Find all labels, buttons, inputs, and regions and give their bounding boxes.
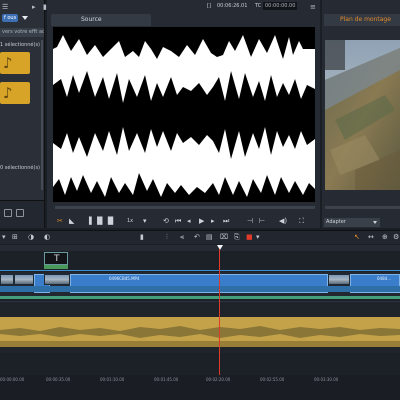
library-item-audio[interactable]: ♪ — [0, 52, 30, 74]
source-transport: ✂ ◣ ▌▐▌▐▌ 1x ▾ ⟲ ⏮ ◂ ▶ ▸ ⏭ ⊣ ⊢ ◀) ⛶ — [47, 214, 320, 228]
ruler-tick: 00:01:10.00 — [100, 377, 125, 382]
audio-level-bar — [0, 296, 400, 299]
source-panel: ▮ [] 00:06:26.01 TC 00:00:00.00 ≡ Source… — [43, 0, 320, 228]
ruler-tick: 00:03:30.00 — [314, 377, 339, 382]
monitor-scrub-bar[interactable] — [325, 206, 400, 209]
grid-view-icon[interactable] — [4, 209, 12, 217]
library-selection-count: 0 sélectionné(s) — [0, 165, 40, 171]
library-scrollbar[interactable] — [41, 40, 43, 190]
library-bottom-bar — [0, 200, 44, 228]
timecode-field[interactable]: 00:00:00.00 — [263, 2, 298, 10]
library-filter-pill[interactable]: f ous — [2, 13, 19, 22]
audio-clip-waveform — [0, 317, 400, 347]
playhead-handle[interactable] — [217, 245, 223, 250]
preview-image — [325, 40, 400, 190]
copy-icon[interactable]: ⎘ — [234, 233, 240, 242]
duration-icon: [] — [207, 3, 211, 9]
ruler-tick: 00:02:55.00 — [260, 377, 285, 382]
audio-clip[interactable] — [0, 317, 400, 347]
waveform-graphic — [53, 27, 315, 202]
zoom-icon[interactable]: ⊕ — [382, 233, 388, 242]
magnet-icon[interactable]: ◐ — [44, 233, 50, 242]
in-point-icon[interactable]: ◣ — [69, 217, 74, 225]
split-icon[interactable]: ⫶ — [166, 233, 168, 242]
timeline-area[interactable]: T 0496CB45.MP4 0484... 00:00:00.00 00:00… — [0, 245, 400, 400]
panel-toggle-icon[interactable]: ▮ — [43, 3, 47, 11]
step-back-icon[interactable]: ◂ — [187, 217, 191, 225]
source-scrub-bar[interactable] — [55, 206, 315, 209]
video-editor-window: ☰ ▸ f ous vers votre efft actu 1 sélecti… — [0, 0, 400, 400]
marker-icon[interactable]: ⫷ — [180, 233, 184, 242]
music-note-icon: ♪ — [3, 84, 13, 102]
library-menu-icon[interactable]: ☰ — [2, 3, 8, 11]
record-icon[interactable]: ■ — [246, 233, 253, 242]
jog-wheel[interactable]: ▌▐▌▐▌ — [89, 217, 116, 225]
library-search-input[interactable]: vers votre efft actu — [0, 28, 44, 37]
preview-video-frame — [325, 40, 400, 190]
timeline-monitor-panel: Plan de montage Adapter — [322, 0, 400, 228]
title-clip-duration — [44, 265, 68, 269]
volume-icon[interactable]: ◀) — [279, 217, 287, 225]
fullscreen-icon[interactable]: ⛶ — [299, 217, 304, 225]
library-nav-icon[interactable]: ▸ — [32, 3, 36, 11]
library-panel: ☰ ▸ f ous vers votre efft actu 1 sélecti… — [0, 0, 45, 228]
library-item-audio[interactable]: ♪ — [0, 82, 30, 104]
mark-in-icon[interactable]: ⊣ — [247, 217, 253, 225]
timeline-menu-icon[interactable]: ▾ — [2, 233, 6, 242]
chevron-down-icon[interactable] — [22, 15, 29, 20]
video-clip-label: 0496CB45.MP4 — [109, 276, 140, 281]
tool-icon[interactable]: ⊞ — [12, 233, 18, 242]
chevron-down-icon[interactable]: ▾ — [256, 233, 260, 242]
track-divider — [0, 270, 400, 271]
clip-thumbnail — [44, 274, 70, 285]
clip-thumbnail — [14, 274, 34, 285]
ruler-tick: 00:00:35.00 — [46, 377, 71, 382]
storyboard-icon[interactable]: ▤ — [206, 233, 213, 242]
tab-timeline-monitor-label: Plan de montage — [340, 16, 391, 23]
chevron-down-icon[interactable]: ▾ — [143, 217, 147, 225]
music-note-icon: ♪ — [3, 54, 13, 72]
clip-thumbnail — [328, 274, 350, 285]
library-selection-count: 1 sélectionné(s) — [0, 42, 40, 48]
skip-end-icon[interactable]: ⏭ — [223, 217, 229, 225]
settings-icon[interactable]: ⚙ — [393, 233, 399, 242]
clip-audio-waveform — [0, 286, 400, 292]
loop-icon[interactable]: ⟲ — [163, 217, 169, 225]
scissors-icon[interactable]: ✂ — [57, 217, 63, 225]
trim-icon[interactable]: ↔ — [368, 233, 374, 242]
title-clip[interactable]: T — [44, 252, 68, 265]
tab-source[interactable]: Source — [51, 14, 151, 26]
ruler-tick: 00:01:45.00 — [154, 377, 179, 382]
step-forward-icon[interactable]: ▸ — [211, 217, 215, 225]
track-icon[interactable]: ▮ — [140, 233, 144, 242]
tab-source-label: Source — [81, 16, 102, 23]
mark-out-icon[interactable]: ⊢ — [259, 217, 265, 225]
timeline-ruler[interactable] — [0, 245, 400, 251]
video-clip-label: 0484... — [377, 276, 391, 281]
play-icon[interactable]: ▶ — [199, 217, 204, 225]
cursor-icon[interactable]: ↖ — [354, 233, 360, 242]
ruler-tick: 00:00:00.00 — [0, 377, 25, 382]
more-options-icon[interactable]: ≡ — [310, 3, 316, 11]
color-icon[interactable]: ◑ — [28, 233, 34, 242]
trash-icon[interactable]: ⌧ — [220, 233, 228, 242]
zoom-select[interactable]: Adapter — [324, 218, 380, 227]
ruler-tick: 00:02:20.00 — [206, 377, 231, 382]
playhead-line[interactable] — [219, 249, 220, 391]
timeline-toolbar: ▾ ⊞ ◑ ◐ ▮ ⫶ ⫷ ↶ ▤ ⌧ ⎘ ■ ▾ ↖ ↔ ⊕ ⚙ — [0, 230, 400, 244]
tab-timeline-monitor[interactable]: Plan de montage — [324, 14, 400, 26]
list-view-icon[interactable] — [16, 209, 24, 217]
undo-icon[interactable]: ↶ — [194, 233, 200, 242]
tc-label: TC — [255, 3, 262, 9]
speed-select[interactable]: 1x — [127, 217, 133, 225]
source-duration: 00:06:26.01 — [217, 3, 248, 9]
skip-start-icon[interactable]: ⏮ — [175, 217, 181, 225]
library-filter[interactable]: f ous — [0, 12, 44, 23]
audio-waveform[interactable] — [53, 27, 315, 202]
title-clip-icon: T — [54, 254, 60, 264]
clip-thumbnail — [0, 274, 14, 285]
track-divider — [0, 301, 400, 302]
